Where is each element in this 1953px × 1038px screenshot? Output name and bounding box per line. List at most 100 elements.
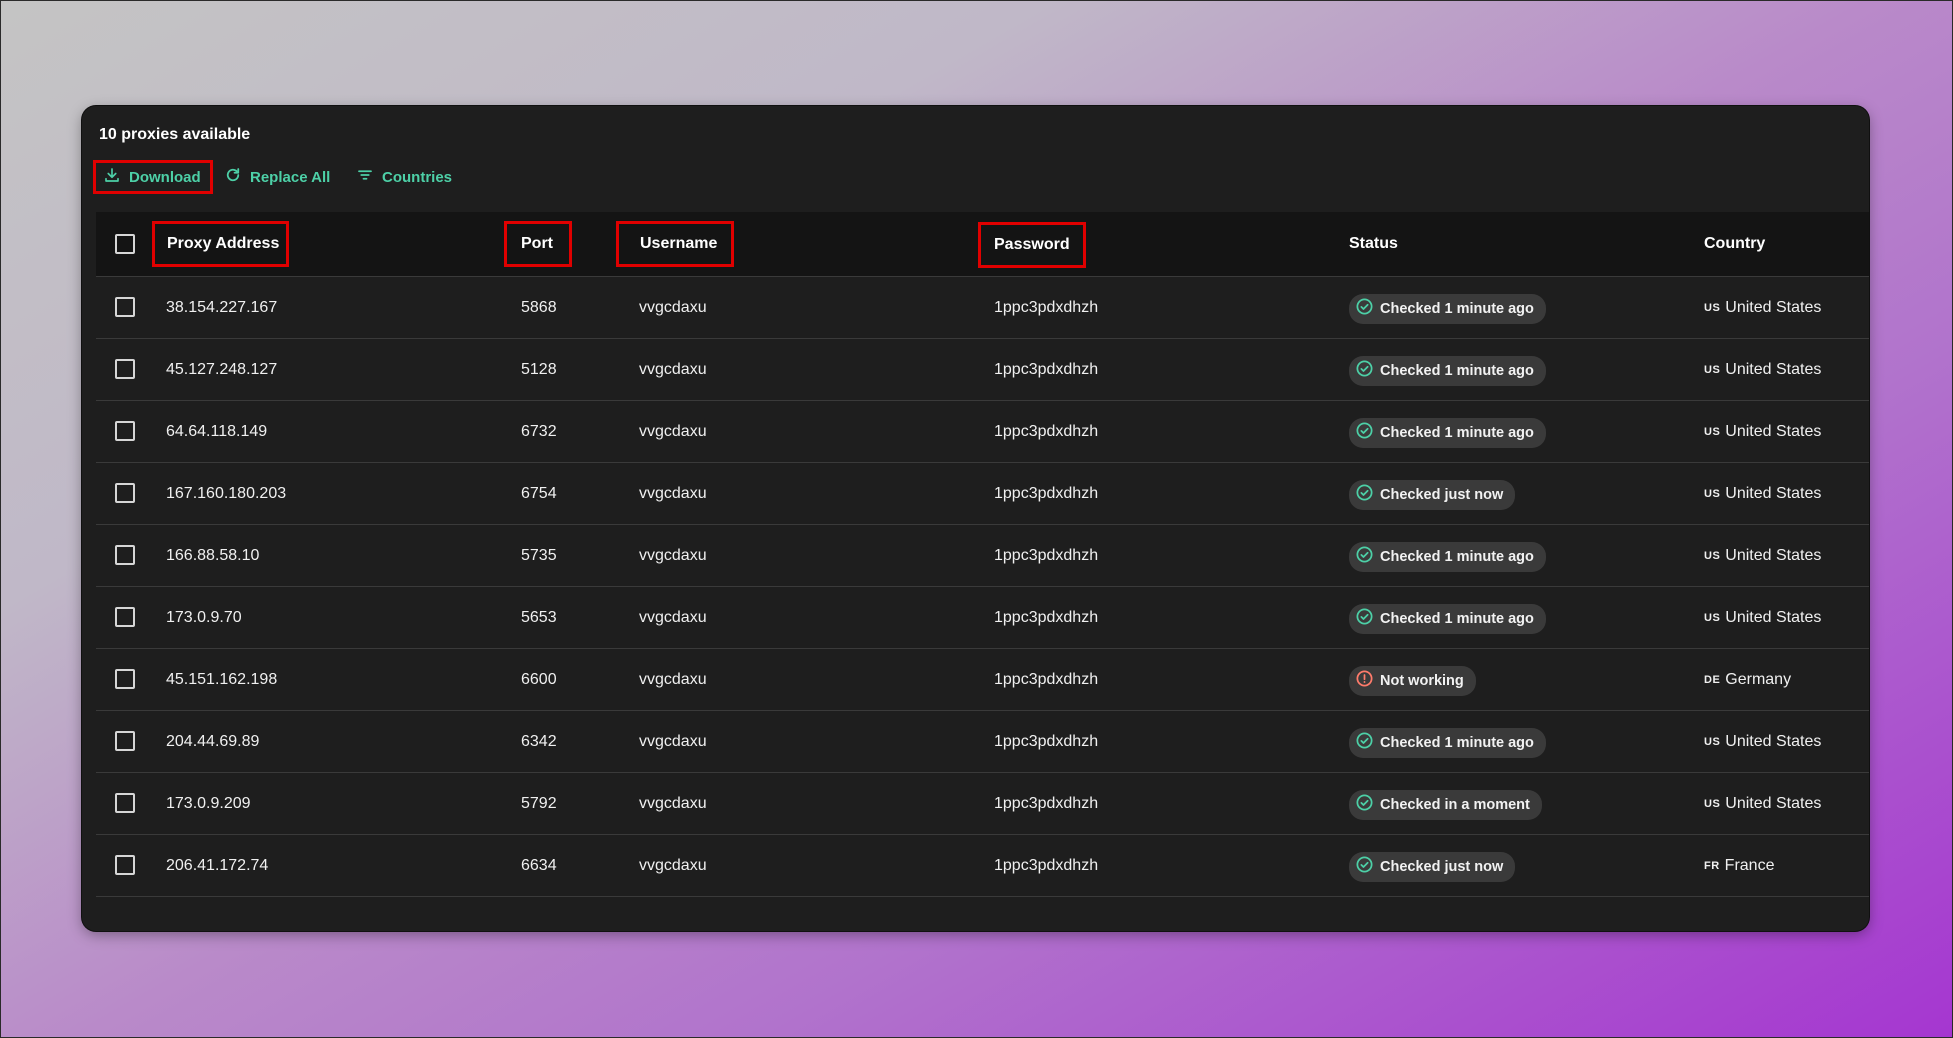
country-cell: US United States [1704,463,1821,524]
select-all-checkbox[interactable] [115,234,135,254]
country-flag: US [1704,363,1721,376]
table-row[interactable]: 166.88.58.10 5735 vvgcdaxu 1ppc3pdxdhzh Chec… [96,525,1869,587]
proxy-address-cell: 204.44.69.89 [166,732,260,750]
status-text: Checked just now [1380,486,1504,503]
row-checkbox[interactable] [115,359,135,379]
password-cell: 1ppc3pdxdhzh [994,670,1099,688]
table-header: Proxy Address Port Username Password Sta… [96,212,1869,277]
country-name: United States [1725,732,1822,750]
country-cell: US United States [1704,401,1821,462]
table-row[interactable]: 167.160.180.203 6754 vvgcdaxu 1ppc3pdxdhzh C… [96,463,1869,525]
status-badge: Checked just now [1349,851,1516,882]
column-header-country[interactable]: Country [1704,212,1765,276]
country-flag: US [1704,301,1721,314]
proxy-address-cell: 45.151.162.198 [166,670,278,688]
proxy-address-cell: 173.0.9.70 [166,608,242,626]
replace-all-button[interactable]: Replace All [224,160,344,194]
download-button[interactable]: Download [93,160,213,194]
check-circle-icon [1355,421,1374,444]
status-badge: Checked 1 minute ago [1349,417,1546,448]
status-cell: Checked in a moment [1349,773,1542,834]
proxy-address-cell: 206.41.172.74 [166,856,269,874]
status-badge: Checked 1 minute ago [1349,293,1546,324]
password-cell: 1ppc3pdxdhzh [994,422,1099,440]
country-flag: US [1704,611,1721,624]
country-cell: US United States [1704,711,1821,772]
table-row[interactable]: 173.0.9.209 5792 vvgcdaxu 1ppc3pdxdhzh Check… [96,773,1869,835]
status-text: Checked 1 minute ago [1380,424,1534,441]
row-checkbox[interactable] [115,297,135,317]
status-text: Checked 1 minute ago [1380,548,1534,565]
country-cell: DE Germany [1704,649,1791,710]
row-checkbox[interactable] [115,731,135,751]
status-text: Checked in a moment [1380,796,1530,813]
password-cell: 1ppc3pdxdhzh [994,856,1099,874]
password-cell: 1ppc3pdxdhzh [994,546,1099,564]
username-cell: vvgcdaxu [639,608,707,626]
row-checkbox[interactable] [115,793,135,813]
row-checkbox[interactable] [115,545,135,565]
proxy-list-panel: 10 proxies available Download Replace Al… [82,106,1869,931]
row-checkbox[interactable] [115,483,135,503]
proxy-address-cell: 45.127.248.127 [166,360,278,378]
row-checkbox[interactable] [115,669,135,689]
table-row[interactable]: 38.154.227.167 5868 vvgcdaxu 1ppc3pdxdhzh Ch… [96,277,1869,339]
row-checkbox[interactable] [115,421,135,441]
table-row[interactable]: 45.151.162.198 6600 vvgcdaxu 1ppc3pdxdhzh No… [96,649,1869,711]
port-cell: 6600 [521,670,557,688]
country-flag: US [1704,549,1721,562]
country-name: United States [1725,794,1822,812]
country-cell: US United States [1704,773,1821,834]
status-cell: Checked 1 minute ago [1349,277,1546,338]
check-circle-icon [1355,855,1374,878]
status-badge: Not working [1349,665,1476,696]
status-cell: Checked 1 minute ago [1349,525,1546,586]
country-name: United States [1725,608,1822,626]
column-header-password[interactable]: Password [978,222,1086,268]
table-row[interactable]: 45.127.248.127 5128 vvgcdaxu 1ppc3pdxdhzh Ch… [96,339,1869,401]
username-cell: vvgcdaxu [639,732,707,750]
download-label: Download [129,168,201,186]
password-cell: 1ppc3pdxdhzh [994,608,1099,626]
countries-filter-button[interactable]: Countries [356,160,476,194]
column-header-username[interactable]: Username [616,221,734,267]
password-cell: 1ppc3pdxdhzh [994,298,1099,316]
check-circle-icon [1355,607,1374,630]
proxy-address-cell: 64.64.118.149 [166,422,268,440]
password-cell: 1ppc3pdxdhzh [994,484,1099,502]
refresh-icon [224,166,242,188]
status-cell: Checked 1 minute ago [1349,401,1546,462]
status-cell: Checked just now [1349,463,1516,524]
table-row[interactable]: 173.0.9.70 5653 vvgcdaxu 1ppc3pdxdhzh Checke… [96,587,1869,649]
status-text: Not working [1380,672,1464,689]
status-cell: Checked 1 minute ago [1349,587,1546,648]
status-text: Checked 1 minute ago [1380,362,1534,379]
username-cell: vvgcdaxu [639,422,707,440]
proxy-address-cell: 38.154.227.167 [166,298,278,316]
country-name: United States [1725,298,1822,316]
status-badge: Checked 1 minute ago [1349,727,1546,758]
country-cell: US United States [1704,525,1821,586]
country-flag: US [1704,487,1721,500]
column-header-proxy-address[interactable]: Proxy Address [152,221,289,267]
proxy-table: Proxy Address Port Username Password Sta… [96,212,1869,897]
country-cell: US United States [1704,587,1821,648]
port-cell: 6732 [521,422,557,440]
row-checkbox[interactable] [115,855,135,875]
status-badge: Checked in a moment [1349,789,1542,820]
country-name: United States [1725,360,1822,378]
country-flag: US [1704,425,1721,438]
check-circle-icon [1355,731,1374,754]
username-cell: vvgcdaxu [639,546,707,564]
username-cell: vvgcdaxu [639,670,707,688]
table-row[interactable]: 206.41.172.74 6634 vvgcdaxu 1ppc3pdxdhzh Che… [96,835,1869,897]
filter-icon [356,166,374,188]
table-row[interactable]: 64.64.118.149 6732 vvgcdaxu 1ppc3pdxdhzh Che… [96,401,1869,463]
check-circle-icon [1355,359,1374,382]
column-header-port[interactable]: Port [504,221,572,267]
alert-circle-icon [1355,669,1374,692]
column-header-status[interactable]: Status [1349,212,1398,276]
row-checkbox[interactable] [115,607,135,627]
table-row[interactable]: 204.44.69.89 6342 vvgcdaxu 1ppc3pdxdhzh Chec… [96,711,1869,773]
proxy-address-cell: 166.88.58.10 [166,546,260,564]
